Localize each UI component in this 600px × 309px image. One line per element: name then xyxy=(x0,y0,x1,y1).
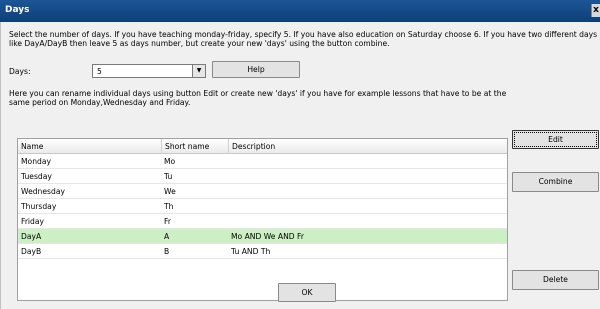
info-text: Here you can rename individual days usin… xyxy=(9,89,506,107)
info-line-1: Here you can rename individual days usin… xyxy=(9,89,507,98)
row-description: Mo AND We AND Fr xyxy=(231,232,304,241)
row-short-name: Mo xyxy=(164,157,176,166)
intro-line-2: like DayA/DayB then leave 5 as days numb… xyxy=(9,39,390,48)
table-row[interactable]: Monday Mo xyxy=(18,154,507,169)
help-button[interactable]: Help xyxy=(212,61,300,78)
table-row[interactable]: Thursday Th xyxy=(18,199,507,214)
row-short-name: We xyxy=(164,187,176,196)
table-row[interactable]: DayB B Tu AND Th xyxy=(18,244,507,259)
info-line-2: same period on Monday,Wednesday and Frid… xyxy=(9,98,191,107)
row-name: DayA xyxy=(21,232,42,241)
title-bar: Days x xyxy=(0,0,600,22)
delete-button[interactable]: Delete xyxy=(512,270,599,290)
table-row-selected[interactable]: DayA A Mo AND We AND Fr xyxy=(18,229,507,244)
row-short-name: Tu xyxy=(164,172,173,181)
row-name: DayB xyxy=(21,247,42,256)
days-table[interactable]: Name Short name Description Monday Mo Tu… xyxy=(17,138,508,301)
row-name: Friday xyxy=(21,217,45,226)
row-short-name: A xyxy=(164,232,170,241)
table-row[interactable]: Friday Fr xyxy=(18,214,507,229)
row-short-name: B xyxy=(164,247,170,256)
row-short-name: Fr xyxy=(164,217,171,226)
delete-button-label: Delete xyxy=(543,275,568,284)
row-name: Monday xyxy=(21,157,51,166)
window-title: Days xyxy=(5,5,30,15)
close-icon[interactable]: x xyxy=(591,4,600,17)
ok-button-label: OK xyxy=(301,288,313,297)
days-dialog: Select the number of days. If you have t… xyxy=(0,22,600,309)
table-row[interactable]: Tuesday Tu xyxy=(18,169,507,184)
combine-button[interactable]: Combine xyxy=(512,172,599,192)
days-select[interactable]: 5 ▼ xyxy=(92,64,206,78)
column-header-short-name[interactable]: Short name xyxy=(161,139,209,154)
combine-button-label: Combine xyxy=(538,177,573,186)
row-name: Tuesday xyxy=(21,172,52,181)
edit-button-label: Edit xyxy=(548,135,563,144)
chevron-down-icon[interactable]: ▼ xyxy=(192,65,205,77)
days-select-value: 5 xyxy=(97,67,102,76)
intro-line-1: Select the number of days. If you have t… xyxy=(9,30,598,39)
row-name: Thursday xyxy=(21,202,57,211)
row-short-name: Th xyxy=(164,202,174,211)
row-description: Tu AND Th xyxy=(231,247,271,256)
column-header-name[interactable]: Name xyxy=(21,142,43,151)
column-header-description[interactable]: Description xyxy=(228,139,275,154)
ok-button[interactable]: OK xyxy=(278,283,336,302)
days-label: Days: xyxy=(9,67,31,76)
row-name: Wednesday xyxy=(21,187,65,196)
table-header: Name Short name Description xyxy=(18,139,507,154)
intro-text: Select the number of days. If you have t… xyxy=(9,30,597,48)
edit-button[interactable]: Edit xyxy=(512,130,599,149)
table-row[interactable]: Wednesday We xyxy=(18,184,507,199)
help-button-label: Help xyxy=(247,65,265,74)
